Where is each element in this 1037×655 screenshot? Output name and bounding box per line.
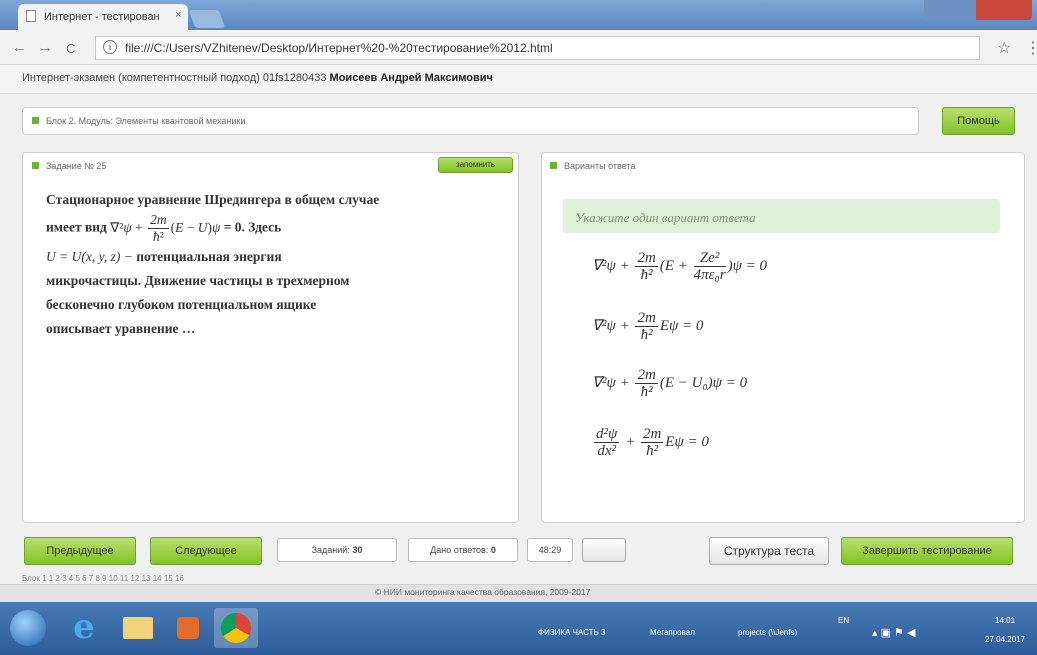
block-marker-icon <box>32 117 39 124</box>
taskbar-item-physics[interactable]: ФИЗИКА ЧАСТЬ 3 <box>538 628 605 637</box>
maximize-button[interactable] <box>950 0 976 20</box>
question-line-3-text: потенциальная энергия <box>136 249 282 264</box>
internet-explorer-icon[interactable]: e <box>62 608 106 648</box>
back-icon[interactable]: ← <box>12 39 27 56</box>
timer: 48:29 <box>527 538 573 562</box>
info-icon[interactable]: i <box>103 40 117 54</box>
potential-formula: U = U(x, y, z) − <box>46 249 133 264</box>
footer-copyright: © НИИ мониторинга качества образования, … <box>375 587 591 597</box>
tray-icons[interactable]: ▴ ▣ ⚑ ◀ <box>872 626 915 639</box>
forward-icon[interactable]: → <box>38 39 53 56</box>
taskbar-item-megaproval[interactable]: Мегапровал <box>650 628 695 637</box>
answers-marker-icon <box>550 162 557 169</box>
student-name: Моисеев Андрей Максимович <box>329 72 493 84</box>
block-label: Блок 2. Модуль: Элементы квантовой механ… <box>46 116 246 126</box>
new-tab-button[interactable] <box>188 10 226 28</box>
clock-time[interactable]: 14:01 <box>995 616 1015 625</box>
question-line-2-suffix: = 0. Здесь <box>223 219 282 235</box>
bookmark-star-icon[interactable]: ☆ <box>997 38 1011 58</box>
tasks-label: Заданий: <box>311 545 350 555</box>
media-player-icon[interactable] <box>166 608 210 648</box>
previous-button[interactable]: Предыдущее <box>24 537 136 565</box>
hint-text: Укажите один вариант ответа <box>575 210 756 225</box>
language-indicator[interactable]: EN <box>838 616 849 625</box>
question-line-6: описывает уравнение … <box>46 321 196 336</box>
tasks-count: 30 <box>352 545 363 555</box>
browser-tab[interactable]: Интернет - тестирован <box>18 4 188 30</box>
task-pager[interactable]: Блок 1 1 2 3 4 5 6 7 8 9 10 11 12 13 14 … <box>22 574 184 583</box>
schrodinger-general-formula: ∇²ψ + 2m ħ² (E − U)ψ <box>110 212 221 244</box>
minimize-button[interactable] <box>924 0 950 20</box>
window-controls <box>924 0 1032 20</box>
question-line-2-prefix: имеет вид <box>46 219 107 235</box>
page-icon <box>26 10 36 22</box>
test-structure-button[interactable]: Структура теста <box>709 537 829 565</box>
exam-header-prefix: Интернет-экзамен (компетентностный подхо… <box>22 72 327 84</box>
answers-title: Варианты ответа <box>564 161 636 171</box>
chrome-icon[interactable] <box>214 608 258 648</box>
exam-header: Интернет-экзамен (компетентностный подхо… <box>22 72 493 84</box>
finish-test-button[interactable]: Завершить тестирование <box>841 537 1013 565</box>
question-line-2: имеет вид ∇²ψ + 2m ħ² (E − U)ψ = 0. Здесь <box>46 212 456 245</box>
question-line-1: Стационарное уравнение Шредингера в обще… <box>46 192 380 207</box>
question-line-5: бесконечно глубоком потенциальном ящике <box>46 297 317 312</box>
question-line-4: микрочастицы. Движение частицы в трехмер… <box>46 273 350 288</box>
tab-close-icon[interactable]: × <box>175 9 181 21</box>
question-line-3: U = U(x, y, z) − потенциальная энергия <box>46 245 456 269</box>
tab-title: Интернет - тестирован <box>44 11 160 23</box>
browser-menu-icon[interactable]: ⋮ <box>1025 38 1037 58</box>
next-button[interactable]: Следующее <box>150 537 262 565</box>
answer-option-3[interactable]: ∇²ψ + 2m ħ² (E − U₀)ψ = 0 <box>592 367 747 400</box>
help-button[interactable]: Помощь <box>942 107 1015 135</box>
taskbar-item-projects[interactable]: projects (\\Jenfs) <box>738 628 797 637</box>
answer-option-4[interactable]: d²ψ dx² + 2m ħ² Eψ = 0 <box>592 426 709 459</box>
task-title: Задание № 25 <box>46 161 107 171</box>
start-button[interactable] <box>8 608 52 648</box>
answer-option-1[interactable]: ∇²ψ + 2m ħ² (E + Ze² 4πε₀r)ψ = 0 <box>592 250 767 283</box>
remember-button[interactable]: запомнить <box>438 157 513 173</box>
tasks-count-box: Заданий: 30 <box>277 538 397 562</box>
answered-count-box: Дано ответов: 0 <box>408 538 518 562</box>
pause-button[interactable] <box>582 538 626 562</box>
reload-icon[interactable]: C <box>66 41 75 56</box>
folder-icon[interactable] <box>116 608 160 648</box>
answered-count: 0 <box>490 545 496 555</box>
question-text: Стационарное уравнение Шредингера в обще… <box>46 188 456 341</box>
url-text[interactable]: file:///C:/Users/VZhitenev/Desktop/Интер… <box>125 41 553 55</box>
close-window-button[interactable] <box>976 0 1032 20</box>
answered-label: Дано ответов: <box>430 545 489 555</box>
task-marker-icon <box>32 162 39 169</box>
clock-date[interactable]: 27.04.2017 <box>985 635 1025 644</box>
answer-option-2[interactable]: ∇²ψ + 2m ħ² Eψ = 0 <box>592 310 703 343</box>
